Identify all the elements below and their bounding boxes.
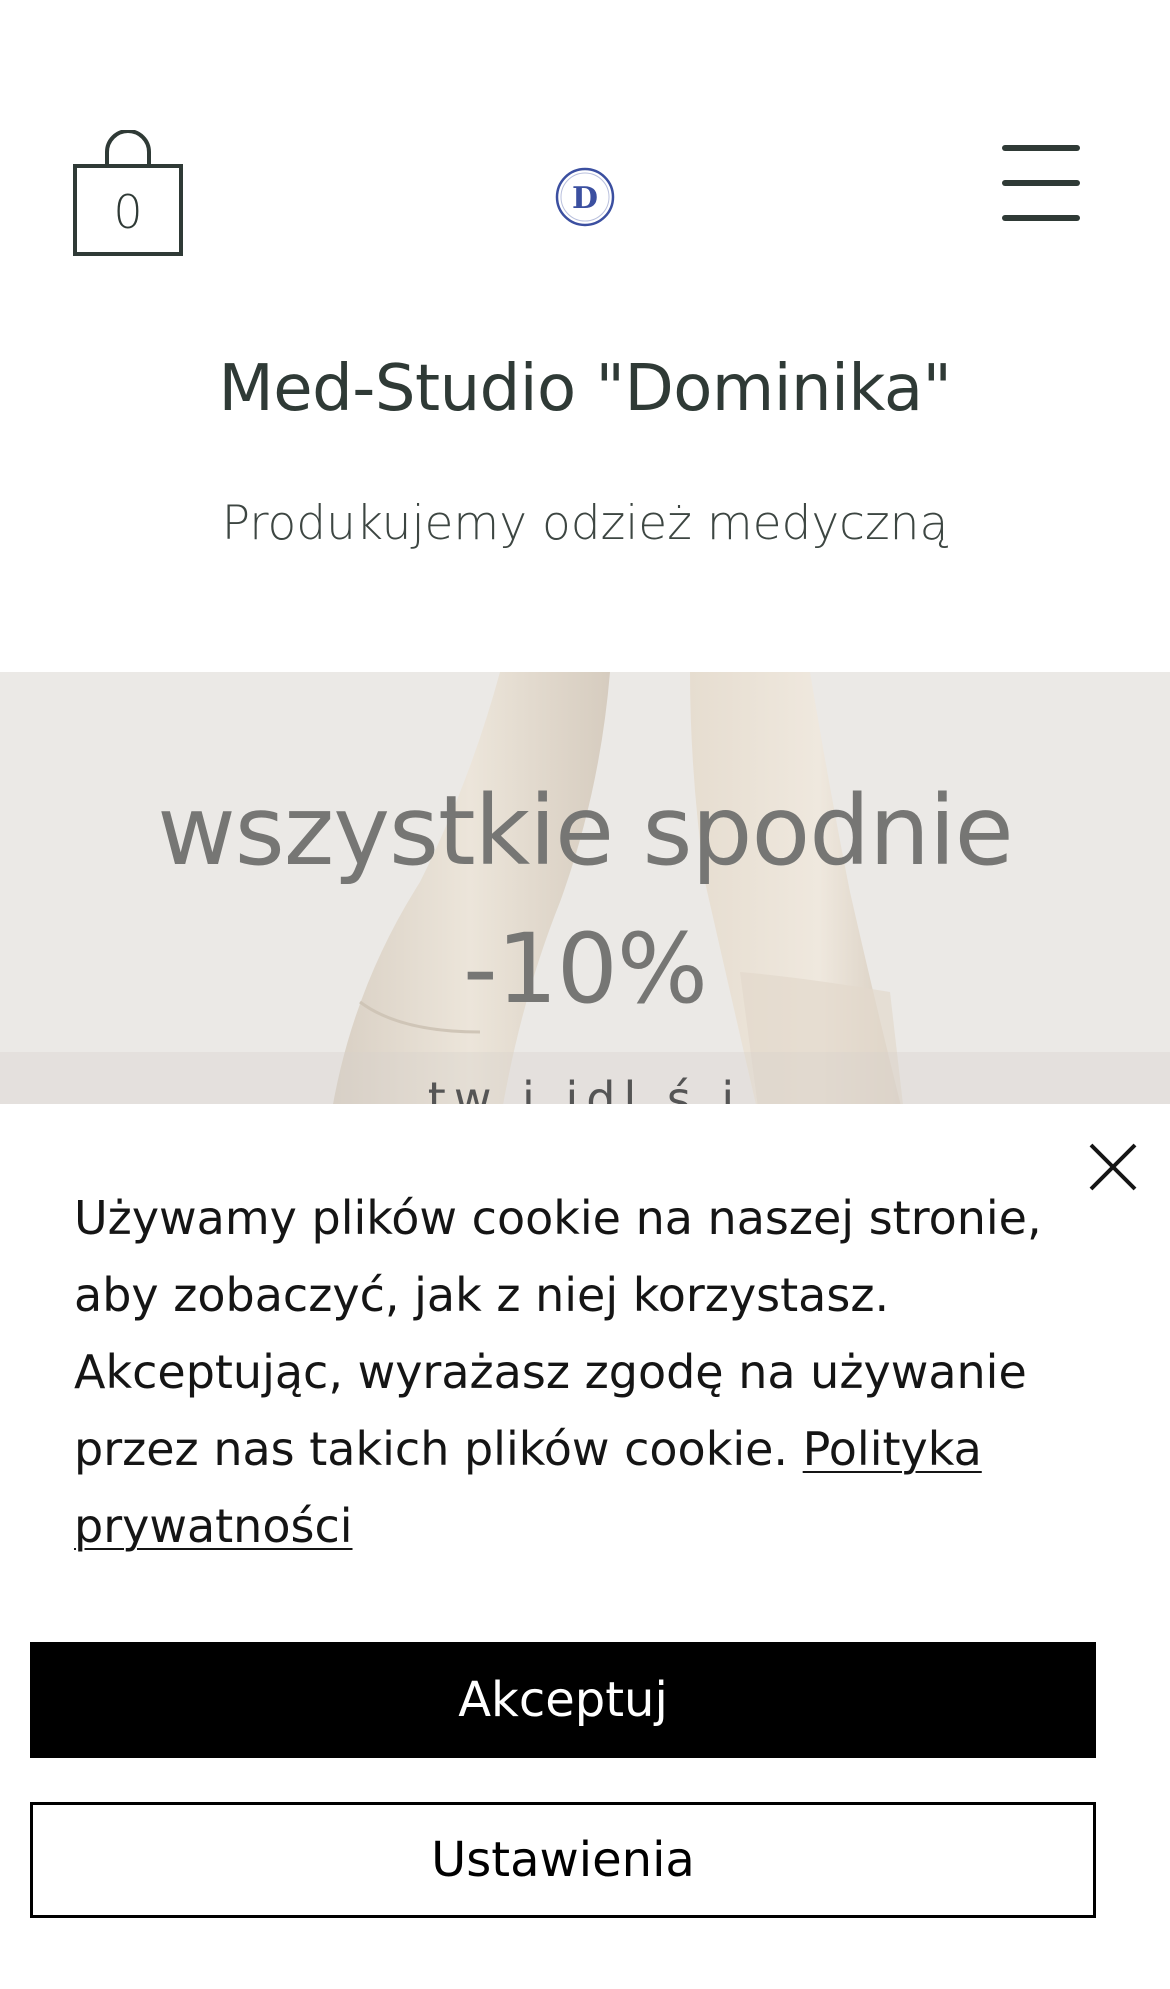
site-title[interactable]: Med-Studio "Dominika" (0, 352, 1170, 426)
accept-cookies-button[interactable]: Akceptuj (30, 1642, 1096, 1758)
site-logo[interactable]: D (555, 167, 615, 227)
site-subtitle: Produkujemy odzież medyczną (221, 496, 949, 551)
close-icon (1089, 1143, 1137, 1191)
cookie-settings-button[interactable]: Ustawienia (30, 1802, 1096, 1918)
hero-headline-line-1: wszystkie spodnie (157, 775, 1013, 887)
site-header: 0 D (0, 0, 1170, 300)
logo-emblem: D (555, 167, 615, 227)
cart-button[interactable]: 0 (73, 130, 183, 256)
hero-headline: wszystkie spodnie -10% (0, 762, 1170, 1038)
hamburger-menu-icon (1002, 145, 1080, 221)
logo-letter: D (572, 181, 598, 216)
page: 0 D Med-Studio "Dominika" Produkujemy od… (0, 0, 1170, 1989)
hero-headline-line-2: -10% (462, 913, 708, 1025)
cookie-banner: Używamy plików cookie na naszej stronie,… (0, 1104, 1170, 1989)
cookie-close-button[interactable] (1086, 1140, 1140, 1194)
menu-button[interactable] (998, 140, 1084, 224)
cookie-message: Używamy plików cookie na naszej stronie,… (74, 1180, 1074, 1565)
hero-banner: wszystkie spodnie -10% tw i idl ś i (0, 672, 1170, 1122)
cart-count: 0 (113, 185, 143, 239)
